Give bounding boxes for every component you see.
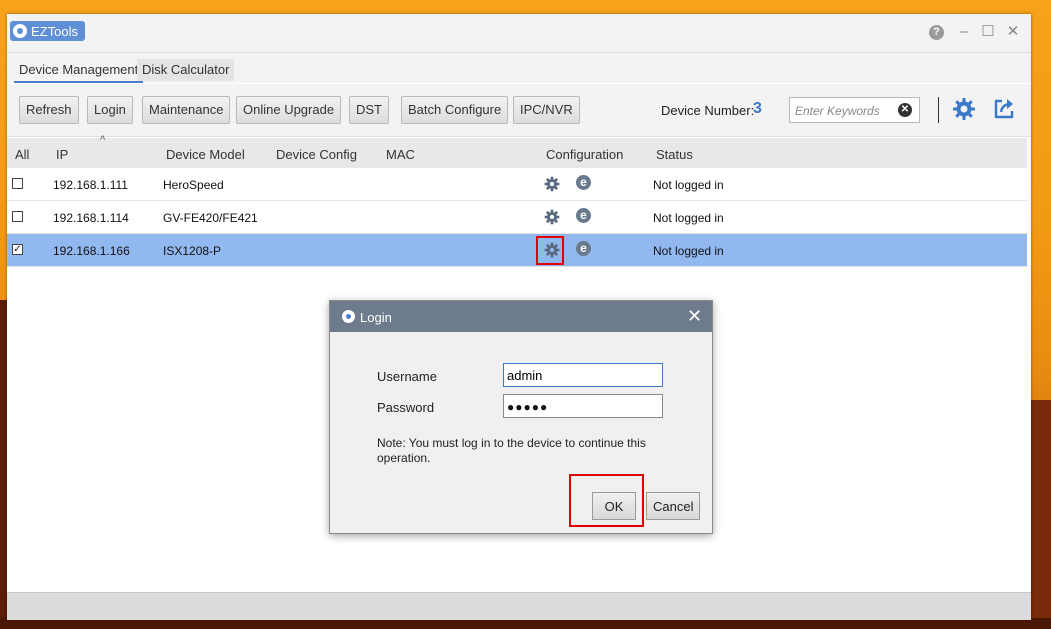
device-number-label: Device Number: — [661, 103, 755, 118]
password-label: Password — [377, 400, 435, 415]
status-bar — [7, 592, 1031, 620]
col-ip[interactable]: IP — [56, 147, 68, 162]
device-table-header: All IP ^ Device Model Device Config MAC … — [7, 134, 1027, 168]
row-status: Not logged in — [653, 211, 724, 225]
clear-search-icon[interactable]: ✕ — [898, 103, 912, 117]
login-note: Note: You must log in to the device to c… — [377, 436, 646, 465]
app-logo-icon — [13, 24, 27, 38]
dialog-close-icon[interactable]: ✕ — [687, 306, 702, 327]
app-title-badge: EZTools — [10, 21, 85, 41]
configure-gear-icon[interactable] — [544, 209, 560, 225]
sort-indicator-icon: ^ — [100, 134, 106, 146]
row-checkbox-checked[interactable]: ✓ — [12, 244, 23, 255]
dialog-logo-icon — [342, 310, 355, 323]
table-row[interactable]: 192.168.1.114 GV-FE420/FE421 e Not logge… — [7, 201, 1027, 234]
row-checkbox[interactable] — [12, 211, 23, 222]
login-button[interactable]: Login — [87, 96, 133, 124]
row-model: HeroSpeed — [163, 178, 224, 192]
row-checkbox[interactable] — [12, 178, 23, 189]
login-dialog-title: Login — [360, 310, 392, 325]
app-title: EZTools — [31, 23, 78, 39]
login-dialog: Login ✕ Username Password ●●●●● Note: Yo… — [329, 300, 713, 534]
row-status: Not logged in — [653, 178, 724, 192]
tab-bar: Device Management Disk Calculator — [7, 53, 1031, 83]
ipc-nvr-button[interactable]: IPC/NVR — [513, 96, 580, 124]
device-number-value: 3 — [753, 100, 762, 117]
toolbar-divider — [938, 97, 939, 123]
export-icon[interactable] — [992, 97, 1016, 121]
row-model: ISX1208-P — [163, 244, 222, 258]
online-upgrade-button[interactable]: Online Upgrade — [236, 96, 342, 124]
close-button[interactable]: ✕ — [1004, 23, 1022, 41]
row-model: GV-FE420/FE421 — [163, 211, 258, 225]
table-row-selected[interactable]: ✓ 192.168.1.166 ISX1208-P e Not logged i… — [7, 234, 1027, 267]
refresh-button[interactable]: Refresh — [19, 96, 79, 124]
row-status: Not logged in — [653, 244, 724, 258]
web-browser-icon[interactable]: e — [576, 241, 591, 256]
password-mask: ●●●●● — [507, 400, 549, 414]
web-browser-icon[interactable]: e — [576, 208, 591, 223]
maintenance-button[interactable]: Maintenance — [142, 96, 231, 124]
tab-device-management[interactable]: Device Management — [14, 59, 144, 83]
gear-highlight-box — [536, 236, 564, 265]
search-box: ✕ — [789, 97, 920, 123]
search-input[interactable] — [793, 99, 897, 123]
web-browser-icon[interactable]: e — [576, 175, 591, 190]
wallpaper-shape-right — [1030, 400, 1051, 629]
settings-gear-icon[interactable] — [952, 97, 976, 121]
configure-gear-icon[interactable] — [544, 176, 560, 192]
toolbar: Refresh Login Maintenance Online Upgrade… — [7, 84, 1031, 137]
col-device-config[interactable]: Device Config — [276, 147, 357, 162]
cancel-button[interactable]: Cancel — [646, 492, 700, 520]
col-device-model[interactable]: Device Model — [166, 147, 245, 162]
row-ip: 192.168.1.111 — [53, 178, 128, 192]
table-row[interactable]: 192.168.1.111 HeroSpeed e Not logged in — [7, 168, 1027, 201]
maximize-button[interactable]: ☐ — [979, 23, 997, 41]
login-dialog-title-bar: Login ✕ — [330, 301, 712, 332]
username-field[interactable] — [503, 363, 663, 387]
username-label: Username — [377, 369, 437, 384]
col-status[interactable]: Status — [656, 147, 693, 162]
help-icon[interactable]: ? — [929, 25, 944, 40]
title-bar: EZTools ? – ☐ ✕ — [7, 14, 1031, 53]
row-ip: 192.168.1.114 — [53, 211, 129, 225]
ok-highlight-box — [569, 474, 644, 527]
col-all[interactable]: All — [15, 147, 29, 162]
tab-disk-calculator[interactable]: Disk Calculator — [137, 59, 235, 81]
row-ip: 192.168.1.166 — [53, 244, 130, 258]
batch-configure-button[interactable]: Batch Configure — [401, 96, 509, 124]
col-configuration[interactable]: Configuration — [546, 147, 623, 162]
dst-button[interactable]: DST — [349, 96, 389, 124]
minimize-button[interactable]: – — [955, 23, 973, 41]
col-mac[interactable]: MAC — [386, 147, 415, 162]
